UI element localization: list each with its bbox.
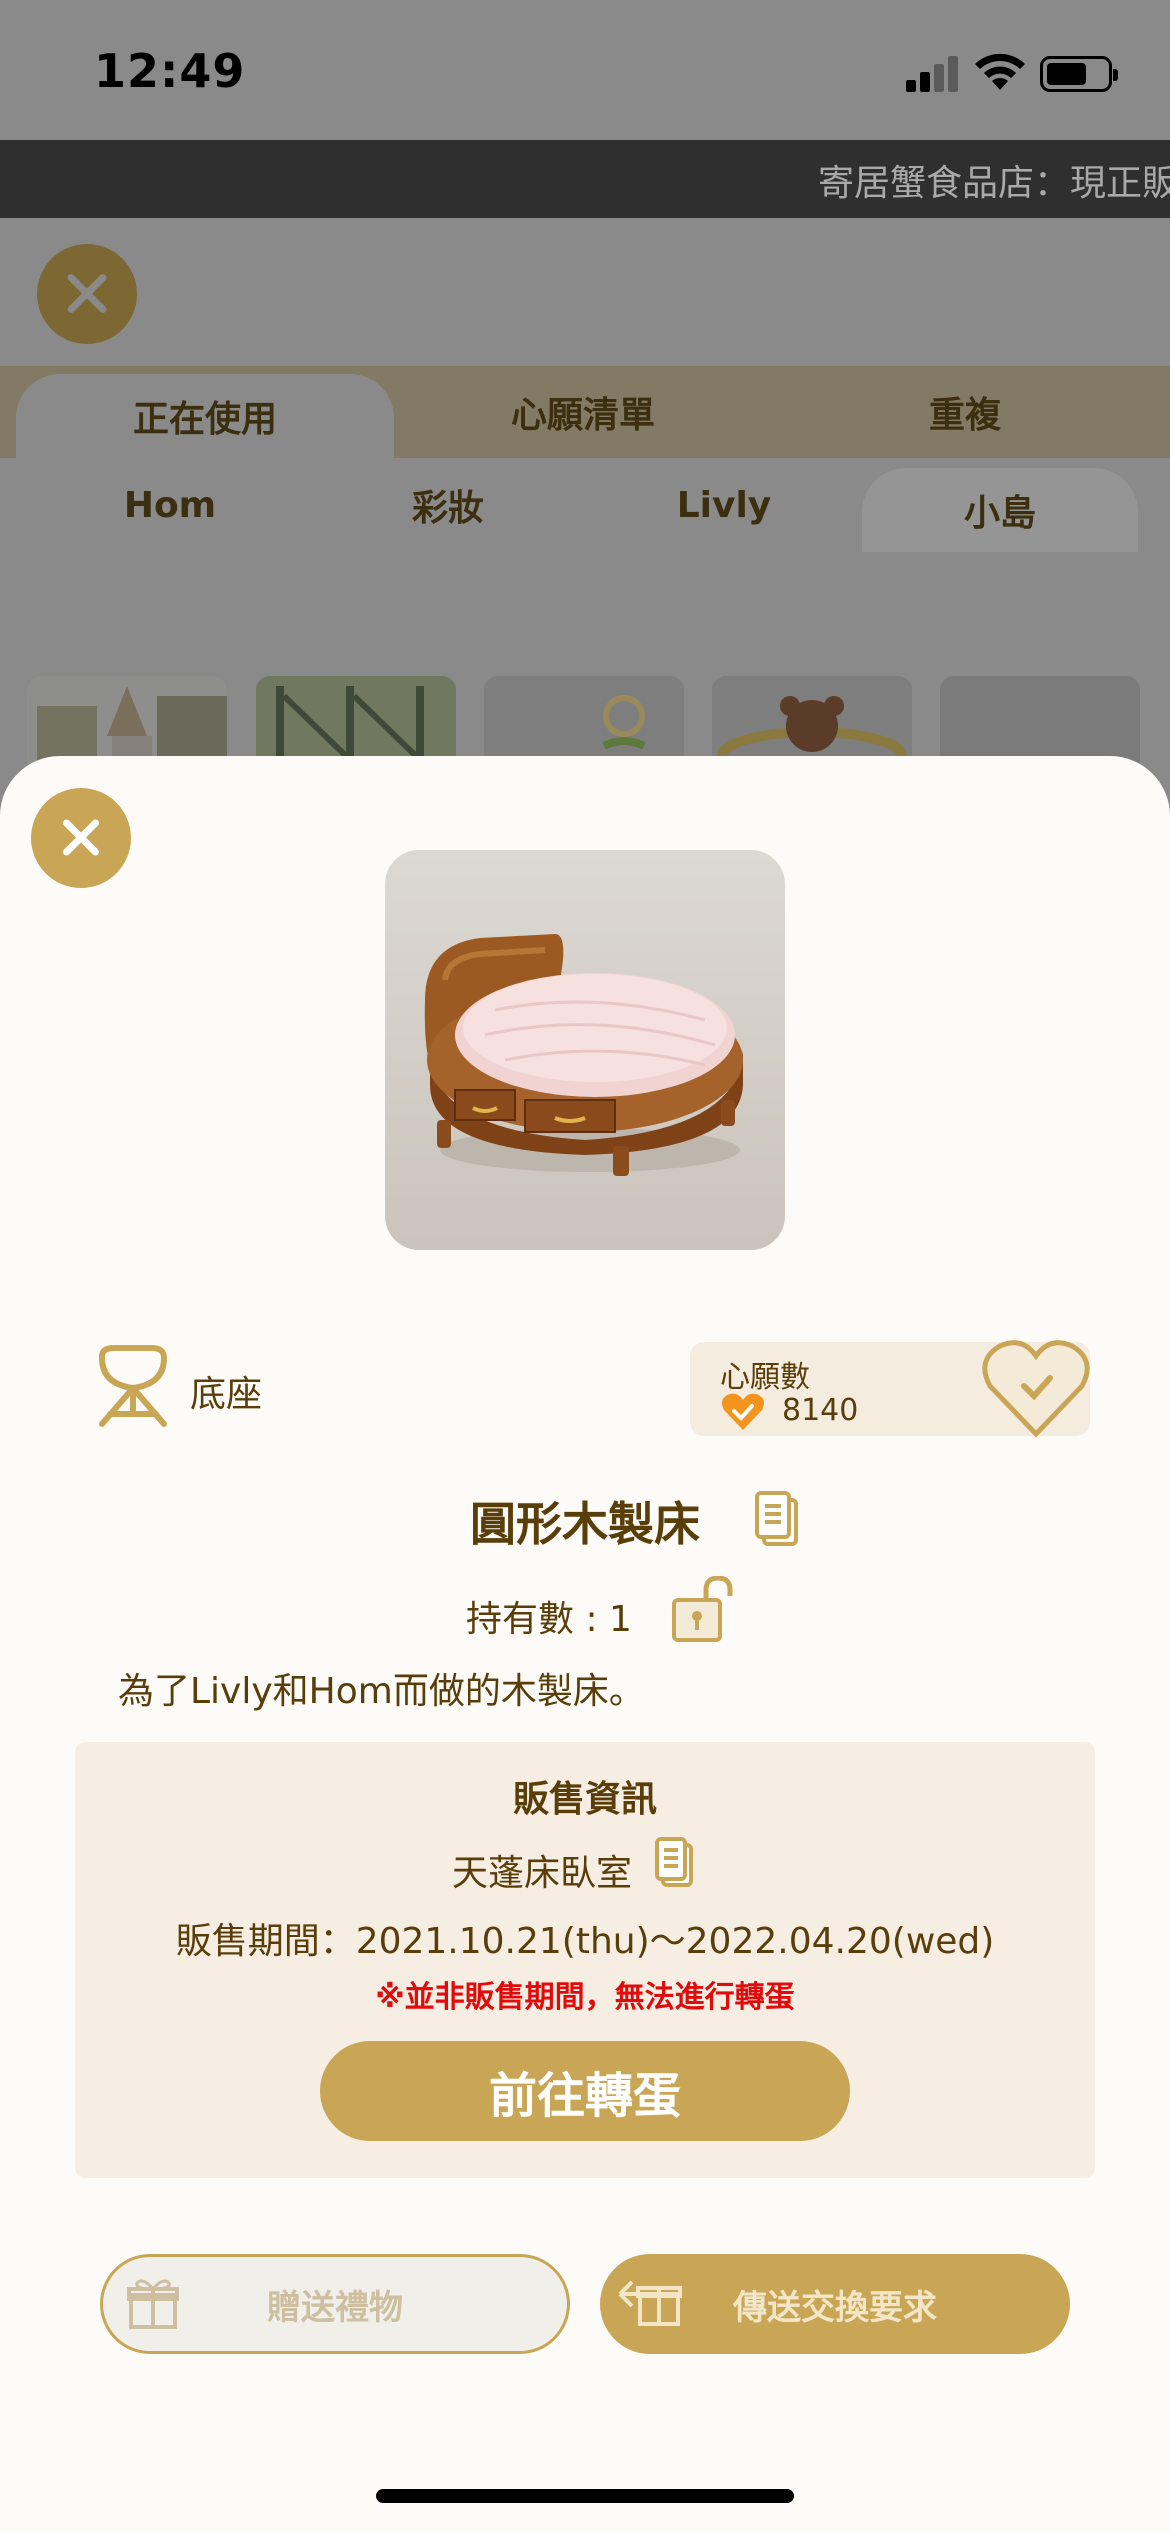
send-gift-button[interactable]: 贈送禮物 [100, 2254, 570, 2354]
trade-gift-icon [618, 2280, 682, 2326]
item-description: 為了Livly和Hom而做的木製床。 [118, 1671, 645, 1712]
wishlist-count: 8140 [782, 1393, 859, 1428]
secondary-tab-bar: Hom 彩妝 Livly 小島 [0, 458, 1170, 552]
wishlist-title: 心願數 [720, 1360, 810, 1395]
tab-livly[interactable]: Livly [586, 458, 862, 552]
send-trade-request-button[interactable]: 傳送交換要求 [600, 2254, 1070, 2354]
background-close-button[interactable] [37, 244, 137, 344]
tab-hom[interactable]: Hom [30, 458, 310, 552]
tab-duplicates[interactable]: 重複 [772, 366, 1158, 458]
battery-icon [1040, 56, 1118, 92]
tab-in-use[interactable]: 正在使用 [16, 374, 394, 458]
wifi-icon [975, 53, 1025, 90]
tab-wishlist[interactable]: 心願清單 [394, 366, 772, 458]
sales-period: 販售期間：2021.10.21(thu)〜2022.04.20(wed) [175, 1921, 995, 1962]
tab-makeup[interactable]: 彩妝 [310, 458, 586, 552]
category-indicator [90, 1344, 176, 1430]
category-label: 底座 [190, 1374, 263, 1415]
status-time: 12:49 [94, 44, 246, 98]
gift-icon [127, 2279, 179, 2329]
unlock-icon[interactable] [672, 1576, 734, 1642]
item-image [385, 850, 785, 1250]
owned-count: 持有數 : 1 [466, 1599, 632, 1640]
item-thumbnail-row [0, 676, 1170, 776]
send-gift-label: 贈送禮物 [267, 2287, 403, 2328]
close-button[interactable] [31, 788, 131, 888]
wishlist-heart-toggle[interactable] [980, 1336, 1092, 1440]
copy-icon[interactable] [754, 1490, 800, 1548]
news-ticker[interactable]: 寄居蟹食品店：現正販 [0, 140, 1170, 218]
home-indicator[interactable] [376, 2489, 794, 2503]
sales-warning: ※並非販售期間，無法進行轉蛋 [375, 1980, 795, 2015]
ticker-text: 寄居蟹食品店：現正販 [818, 163, 1170, 204]
tab-island[interactable]: 小島 [862, 468, 1138, 552]
gacha-name: 天蓬床臥室 [452, 1853, 633, 1894]
send-trade-request-label: 傳送交換要求 [733, 2287, 937, 2328]
copy-icon[interactable] [654, 1836, 694, 1888]
cellular-signal-icon [906, 56, 960, 92]
heart-check-icon [722, 1393, 764, 1430]
sales-info-title: 販售資訊 [512, 1779, 657, 1820]
base-stand-icon [99, 1345, 168, 1427]
go-to-gacha-button[interactable]: 前往轉蛋 [320, 2041, 850, 2141]
primary-tab-bar: 正在使用 心願清單 重複 [0, 366, 1170, 458]
status-bar: 12:49 [0, 0, 1170, 140]
item-name: 圓形木製床 [470, 1497, 700, 1551]
